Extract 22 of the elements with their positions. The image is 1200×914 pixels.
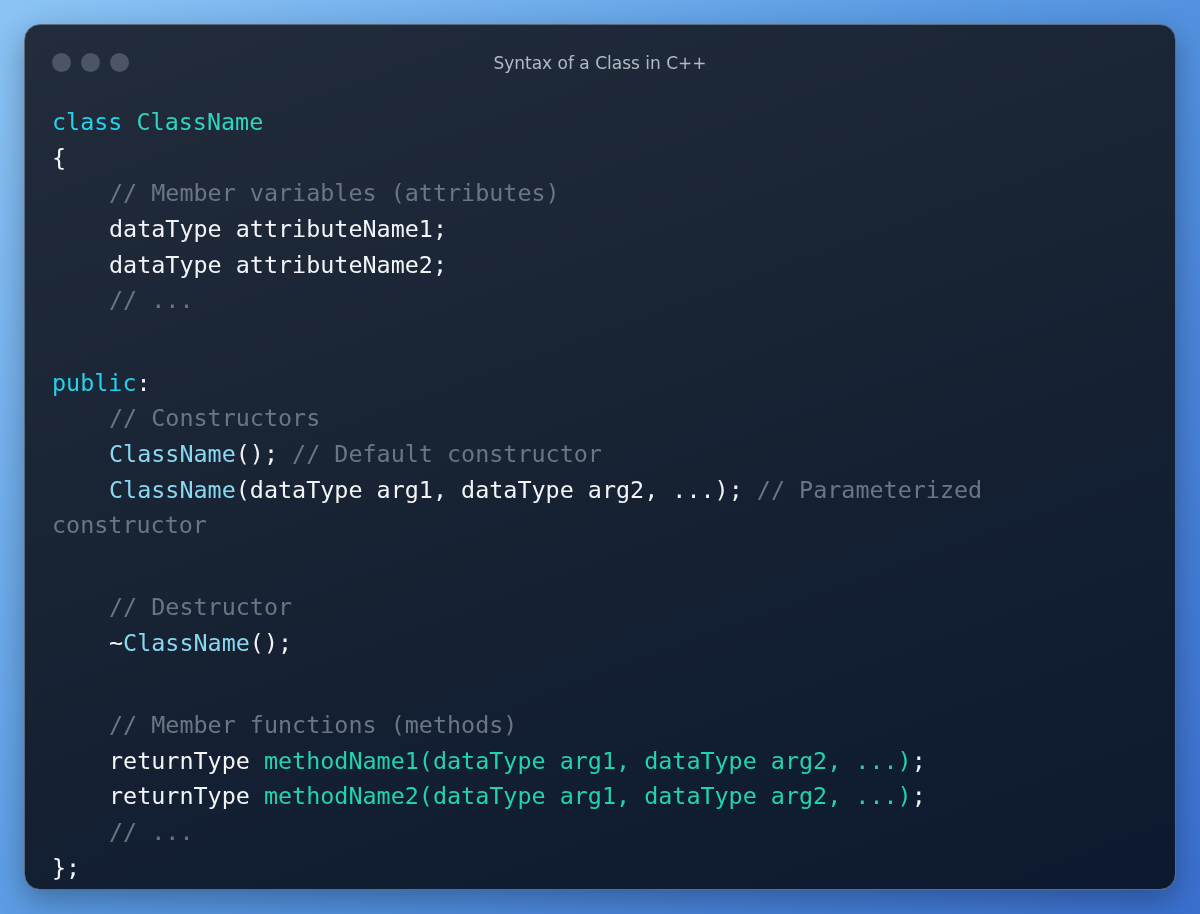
code-line: }; bbox=[52, 852, 81, 884]
code-line: // ... bbox=[109, 817, 194, 849]
code-line: ClassName(dataType arg1, dataType arg2, ...); // Parameterized bbox=[109, 474, 983, 506]
code-line: // ... bbox=[109, 285, 194, 317]
code-line: dataType attributeName1; bbox=[109, 214, 447, 246]
code-line: ~ClassName(); bbox=[109, 628, 293, 660]
code-line: // Destructor bbox=[109, 592, 293, 624]
code-line: public: bbox=[52, 367, 151, 399]
code-line: // Constructors bbox=[109, 403, 321, 435]
window-control-dot[interactable] bbox=[110, 53, 129, 72]
window-title: Syntax of a Class in C++ bbox=[493, 53, 707, 73]
code-line: ClassName(); // Default constructor bbox=[109, 438, 602, 470]
window-control-dot[interactable] bbox=[52, 53, 71, 72]
code-line: class ClassName bbox=[52, 107, 264, 138]
code-line: // Member functions (methods) bbox=[109, 710, 518, 742]
code-line: returnType methodName1(dataType arg1, dataType arg2, ...); bbox=[109, 745, 926, 777]
code-line: constructor bbox=[52, 510, 207, 542]
code-line: dataType attributeName2; bbox=[109, 249, 447, 281]
window-control-dot[interactable] bbox=[81, 53, 100, 72]
code-line: // Member variables (attributes) bbox=[109, 178, 560, 210]
code-line: { bbox=[52, 142, 67, 174]
code-line: returnType methodName2(dataType arg1, dataType arg2, ...); bbox=[109, 781, 926, 813]
